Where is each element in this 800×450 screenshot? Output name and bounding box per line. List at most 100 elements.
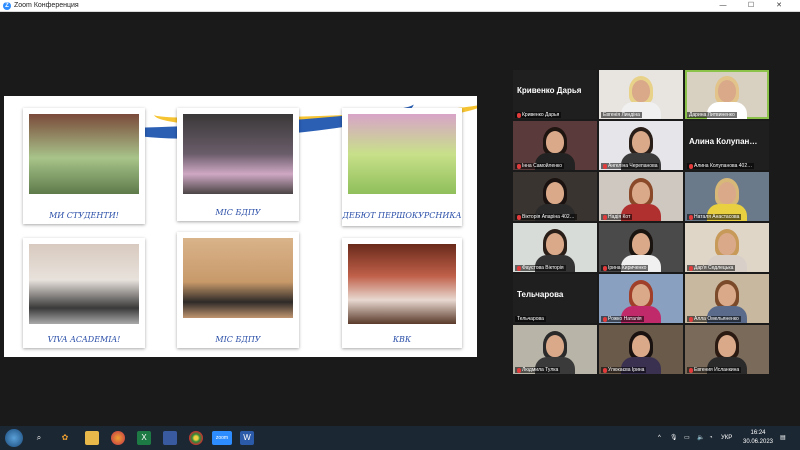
muted-mic-icon — [689, 163, 693, 169]
participant-name-label: Тельчарова — [515, 316, 546, 322]
meeting-stage: МИ СТУДЕНТИ! МІС БДПУ ДЕБЮТ ПЕРШОКУРСНИК… — [0, 12, 800, 426]
participant-name-label: Надія Кот — [601, 214, 633, 220]
network-icon[interactable]: ▭ — [684, 426, 690, 450]
participant-name-label: Алина Колупанова 402… — [687, 163, 755, 169]
participant-name-label: Улюкаєва Ірина — [601, 367, 647, 373]
speaker-icon[interactable]: 🔈 — [697, 426, 704, 450]
participant-name-label: Дар'я Седлецька — [687, 265, 736, 271]
participant-tile[interactable]: Вікторія Апаріна 402… — [513, 172, 597, 221]
participant-tile[interactable]: Інна Самойленко — [513, 121, 597, 170]
participant-name-label: Кривенко Дарья — [515, 112, 562, 118]
photo-caption: ДЕБЮТ ПЕРШОКУРСНИКА — [342, 211, 462, 220]
participant-tile[interactable]: Евгения Исланкина — [685, 325, 769, 374]
participant-display-name: Алина Колупан… — [689, 137, 758, 146]
search-icon[interactable]: ⌕ — [32, 431, 46, 445]
participant-display-name: Тельчарова — [517, 290, 564, 299]
excel-icon[interactable]: X — [137, 431, 151, 445]
photo-caption: МИ СТУДЕНТИ! — [49, 211, 119, 220]
muted-mic-icon — [517, 265, 521, 271]
muted-mic-icon — [689, 316, 693, 322]
clock[interactable]: 16:24 30.06.2023 — [740, 429, 776, 447]
participant-tile[interactable]: Ангеліна Черепанова — [599, 121, 683, 170]
person-face — [632, 182, 650, 204]
muted-mic-icon — [603, 316, 607, 322]
person-face — [718, 335, 736, 357]
maximize-button[interactable]: ☐ — [740, 0, 762, 12]
clock-time: 16:24 — [750, 430, 766, 436]
participant-tile[interactable]: Улюкаєва Ірина — [599, 325, 683, 374]
muted-mic-icon — [517, 112, 521, 118]
person-face — [718, 80, 736, 102]
close-button[interactable]: ✕ — [768, 0, 790, 12]
person-face — [632, 131, 650, 153]
muted-mic-icon — [603, 265, 607, 271]
photo-image — [29, 114, 139, 194]
participant-tile[interactable]: Фаустова Вікторія — [513, 223, 597, 272]
chrome-icon[interactable] — [189, 431, 203, 445]
participant-tile[interactable]: Наталя Анастасова — [685, 172, 769, 221]
person-face — [718, 284, 736, 306]
photo-card: КВК — [342, 238, 462, 348]
participant-tile[interactable]: Евгенія Линдіна — [599, 70, 683, 119]
photo-image — [183, 114, 293, 194]
clock-date: 30.06.2023 — [742, 439, 774, 445]
participant-name-label: Евгения Исланкина — [687, 367, 742, 373]
taskbar: ⌕ ✿ X zoom W ^ 🎙 ▭ 🔈 ◔ УКР 16:24 30.06.2… — [0, 426, 800, 450]
zoom-taskbar-icon[interactable]: zoom — [212, 431, 232, 445]
photo-card: VIVA ACADEMIA! — [23, 238, 145, 348]
photo-image — [183, 238, 293, 318]
person-face — [546, 335, 564, 357]
photo-image — [348, 244, 456, 324]
tray-chevron-icon[interactable]: ^ — [658, 426, 661, 450]
participant-tile[interactable]: Рожко Наталія — [599, 274, 683, 323]
photo-card: МІС БДПУ — [177, 108, 299, 221]
window-titlebar: Z Zoom Конференция — ☐ ✕ — [0, 0, 800, 12]
shared-screen[interactable]: МИ СТУДЕНТИ! МІС БДПУ ДЕБЮТ ПЕРШОКУРСНИК… — [4, 96, 477, 357]
participant-tile[interactable]: Надія Кот — [599, 172, 683, 221]
photo-caption: КВК — [392, 335, 412, 344]
participant-name-label: Ангеліна Черепанова — [601, 163, 660, 169]
photo-caption: VIVA ACADEMIA! — [47, 335, 121, 344]
participant-name-label: Евгенія Линдіна — [601, 112, 642, 118]
save-disk-icon[interactable] — [163, 431, 177, 445]
start-icon[interactable] — [5, 429, 23, 447]
person-face — [718, 182, 736, 204]
person-face — [546, 182, 564, 204]
muted-mic-icon — [603, 163, 607, 169]
muted-mic-icon — [689, 214, 693, 220]
notifications-icon[interactable]: ▤ — [780, 426, 786, 450]
person-face — [718, 233, 736, 255]
language-indicator[interactable]: УКР — [721, 426, 732, 450]
muted-mic-icon — [603, 367, 607, 373]
file-explorer-icon[interactable] — [85, 431, 99, 445]
participant-tile[interactable]: Людмила Тулка — [513, 325, 597, 374]
muted-mic-icon — [689, 265, 693, 271]
minimize-button[interactable]: — — [712, 0, 734, 12]
participant-tile[interactable]: Ірина Кириченко — [599, 223, 683, 272]
participant-name-label: Інна Самойленко — [515, 163, 565, 169]
participant-name-label: Рожко Наталія — [601, 316, 644, 322]
participant-tile[interactable]: Алла Омельяненко — [685, 274, 769, 323]
participant-tile[interactable]: Дарина Литвиненко — [685, 70, 769, 119]
paint-icon[interactable]: ✿ — [58, 431, 72, 445]
participant-tile[interactable]: Тельчарова Тельчарова — [513, 274, 597, 323]
participant-name-label: Вікторія Апаріна 402… — [515, 214, 577, 220]
word-icon[interactable]: W — [240, 431, 254, 445]
person-face — [632, 335, 650, 357]
microphone-icon[interactable]: 🎙 — [670, 426, 678, 450]
muted-mic-icon — [517, 163, 521, 169]
zoom-logo-icon: Z — [3, 1, 11, 10]
participant-tile[interactable]: Кривенко Дарья Кривенко Дарья — [513, 70, 597, 119]
wifi-icon[interactable]: ◔ — [709, 426, 713, 450]
muted-mic-icon — [517, 367, 521, 373]
participant-tile[interactable]: Алина Колупан… Алина Колупанова 402… — [685, 121, 769, 170]
firefox-icon[interactable] — [111, 431, 125, 445]
photo-caption: МІС БДПУ — [215, 208, 261, 217]
person-face — [546, 233, 564, 255]
muted-mic-icon — [517, 214, 521, 220]
participant-tile[interactable]: Дар'я Седлецька — [685, 223, 769, 272]
muted-mic-icon — [689, 367, 693, 373]
window-title: Zoom Конференция — [14, 2, 79, 9]
participant-name-label: Фаустова Вікторія — [515, 265, 566, 271]
participant-gallery: Кривенко Дарья Кривенко Дарья Евгенія Ли… — [513, 70, 773, 374]
